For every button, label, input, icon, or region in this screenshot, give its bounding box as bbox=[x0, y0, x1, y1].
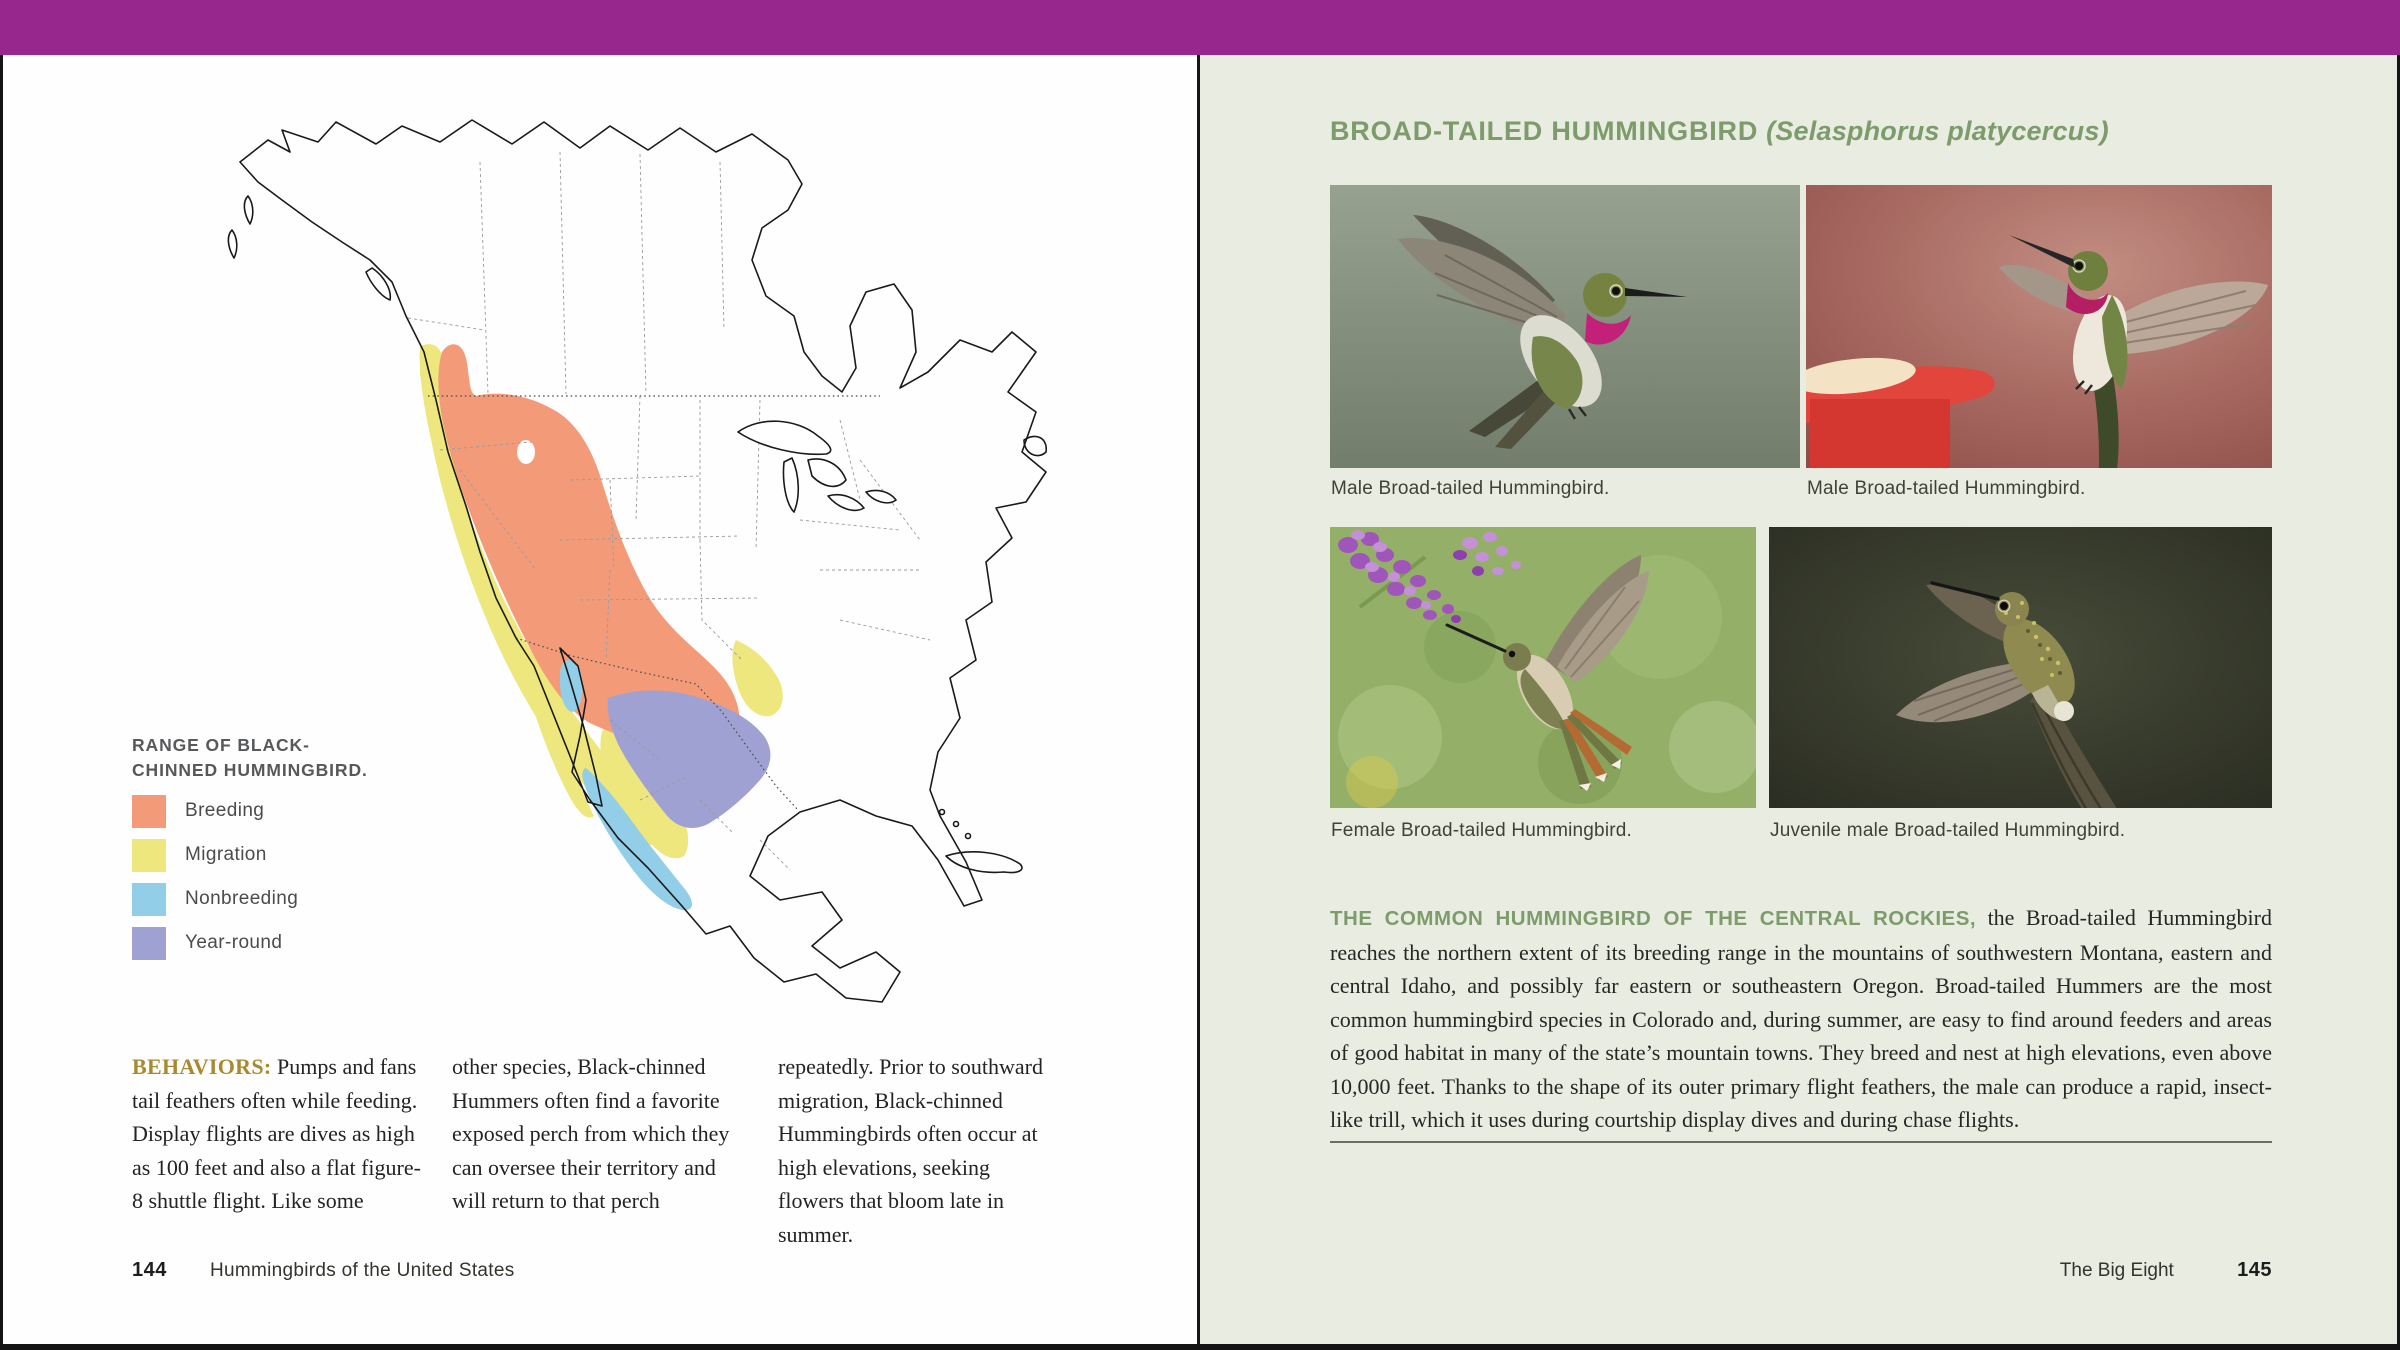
legend-label-breeding: Breeding bbox=[166, 800, 264, 822]
male-hummingbird-illustration bbox=[1330, 185, 1800, 468]
lead-in-text: THE COMMON HUMMINGBIRD OF THE CENTRAL RO… bbox=[1330, 907, 1976, 930]
description-text: the Broad-tailed Hummingbird reaches the… bbox=[1330, 905, 2272, 1132]
book-title: Hummingbirds of the United States bbox=[210, 1260, 515, 1282]
species-scientific-name: (Selasphorus platycercus) bbox=[1766, 116, 2109, 146]
legend-item-year-round: Year-round bbox=[132, 927, 412, 960]
photo-male-broad-tailed-feeder bbox=[1806, 185, 2272, 468]
photo-female-broad-tailed bbox=[1330, 527, 1756, 808]
coastal-islands bbox=[228, 196, 252, 258]
species-description: THE COMMON HUMMINGBIRD OF THE CENTRAL RO… bbox=[1330, 901, 2272, 1137]
photo-caption-3: Female Broad-tailed Hummingbird. bbox=[1331, 820, 1632, 842]
great-lakes bbox=[738, 421, 896, 512]
top-magenta-bar bbox=[0, 0, 2400, 55]
photo-caption-4: Juvenile male Broad-tailed Hummingbird. bbox=[1770, 820, 2125, 842]
behaviors-text-2: other species, Black-chinned Hummers oft… bbox=[452, 1054, 729, 1213]
species-heading: BROAD-TAILED HUMMINGBIRD (Selasphorus pla… bbox=[1330, 116, 2280, 147]
legend-item-migration: Migration bbox=[132, 839, 412, 872]
map-legend-title: RANGE OF BLACK-CHINNED HUMMINGBIRD. bbox=[132, 733, 382, 784]
section-title: The Big Eight bbox=[2060, 1260, 2174, 1281]
juvenile-hummingbird-illustration bbox=[1769, 527, 2272, 808]
newfoundland bbox=[1024, 436, 1046, 455]
map-legend: RANGE OF BLACK-CHINNED HUMMINGBIRD. Bree… bbox=[132, 733, 412, 960]
photo-juvenile-male-broad-tailed bbox=[1769, 527, 2272, 808]
behaviors-column-3: repeatedly. Prior to southward migration… bbox=[778, 1050, 1058, 1251]
behaviors-text-3: repeatedly. Prior to southward migration… bbox=[778, 1054, 1043, 1247]
cuba bbox=[946, 852, 1022, 873]
section-divider-rule bbox=[1330, 1141, 2272, 1143]
legend-label-nonbreeding: Nonbreeding bbox=[166, 888, 298, 910]
page-gutter-divider bbox=[1197, 55, 1200, 1344]
year-round-color-swatch bbox=[132, 927, 166, 960]
great-salt-lake bbox=[517, 440, 535, 464]
right-page-footer: The Big Eight 145 bbox=[1330, 1259, 2272, 1282]
breeding-color-swatch bbox=[132, 795, 166, 828]
book-spread: RANGE OF BLACK-CHINNED HUMMINGBIRD. Bree… bbox=[0, 0, 2400, 1350]
species-common-name: BROAD-TAILED HUMMINGBIRD bbox=[1330, 116, 1758, 146]
male-hummingbird-feeder-illustration bbox=[1806, 185, 2272, 468]
behaviors-label: BEHAVIORS: bbox=[132, 1054, 272, 1079]
photo-caption-2: Male Broad-tailed Hummingbird. bbox=[1807, 478, 2085, 500]
photo-caption-1: Male Broad-tailed Hummingbird. bbox=[1331, 478, 1609, 500]
legend-label-migration: Migration bbox=[166, 844, 267, 866]
behaviors-column-2: other species, Black-chinned Hummers oft… bbox=[452, 1050, 732, 1218]
female-hummingbird-illustration bbox=[1330, 527, 1756, 808]
vancouver-island bbox=[366, 268, 390, 300]
spread-left-edge bbox=[0, 55, 3, 1350]
legend-item-breeding: Breeding bbox=[132, 795, 412, 828]
left-page-number: 144 bbox=[132, 1259, 167, 1281]
migration-color-swatch bbox=[132, 839, 166, 872]
spread-bottom-edge bbox=[0, 1344, 2400, 1350]
photo-male-broad-tailed-flying bbox=[1330, 185, 1800, 468]
left-page-footer: 144 Hummingbirds of the United States bbox=[132, 1259, 167, 1282]
right-page-number: 145 bbox=[2237, 1259, 2272, 1281]
nonbreeding-color-swatch bbox=[132, 883, 166, 916]
legend-item-nonbreeding: Nonbreeding bbox=[132, 883, 412, 916]
breeding-range-area bbox=[438, 344, 739, 756]
legend-label-year-round: Year-round bbox=[166, 932, 282, 954]
behaviors-column-1: BEHAVIORS: Pumps and fans tail feathers … bbox=[132, 1050, 424, 1218]
